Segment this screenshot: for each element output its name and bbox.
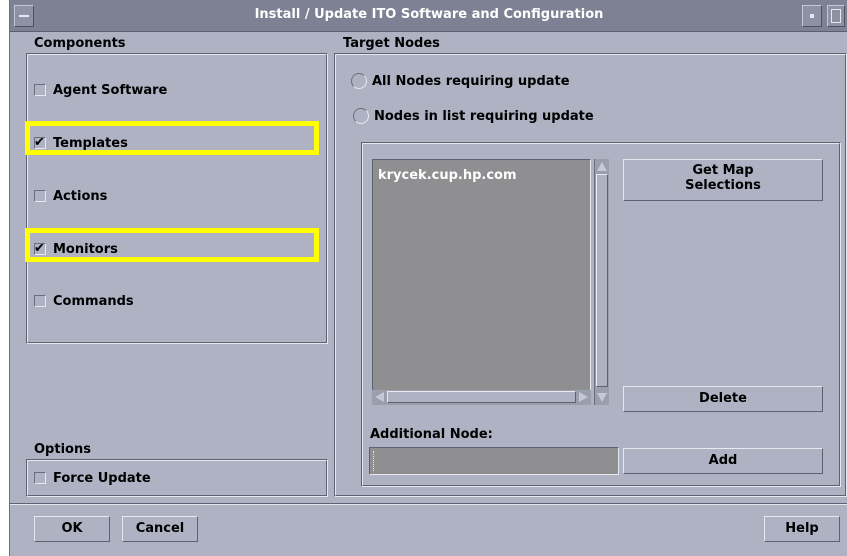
checkbox-indicator[interactable] <box>34 84 46 96</box>
checkbox-indicator[interactable] <box>34 190 46 202</box>
target-nodes-label: Target Nodes <box>343 36 440 51</box>
checkbox-indicator[interactable] <box>34 295 46 307</box>
add-label: Add <box>708 453 738 468</box>
radio-indicator[interactable] <box>353 108 369 124</box>
scroll-left-icon[interactable] <box>375 392 384 402</box>
agent-software-label: Agent Software <box>53 82 168 98</box>
force-update-label: Force Update <box>53 470 151 486</box>
get-map-selections-button[interactable]: Get Map Selections <box>623 159 823 201</box>
text-cursor <box>373 451 375 471</box>
add-button[interactable]: Add <box>623 448 823 474</box>
maximize-icon[interactable] <box>827 5 845 27</box>
commands-checkbox[interactable]: Commands <box>34 291 134 311</box>
scroll-thumb[interactable] <box>596 174 608 387</box>
scroll-thumb[interactable] <box>387 391 576 403</box>
checkbox-indicator[interactable] <box>34 472 46 484</box>
node-list[interactable]: krycek.cup.hp.com <box>372 159 591 405</box>
list-item[interactable]: krycek.cup.hp.com <box>378 168 517 183</box>
delete-button[interactable]: Delete <box>623 386 823 412</box>
force-update-checkbox[interactable]: Force Update <box>34 468 151 488</box>
ok-label: OK <box>61 521 83 536</box>
node-list-vertical-scrollbar[interactable] <box>594 159 609 405</box>
footer-separator <box>10 503 847 505</box>
options-label: Options <box>34 442 91 457</box>
title-bar[interactable]: Install / Update ITO Software and Config… <box>10 0 847 32</box>
ok-button[interactable]: OK <box>34 516 110 542</box>
actions-label: Actions <box>53 188 108 204</box>
install-update-dialog: Install / Update ITO Software and Config… <box>9 0 847 556</box>
window-title: Install / Update ITO Software and Config… <box>254 7 604 22</box>
help-label: Help <box>785 521 819 536</box>
minimize-icon[interactable] <box>802 5 822 27</box>
additional-node-label: Additional Node: <box>370 427 493 442</box>
actions-checkbox[interactable]: Actions <box>34 186 107 206</box>
radio-all-nodes[interactable]: All Nodes requiring update <box>351 71 570 91</box>
cancel-button[interactable]: Cancel <box>122 516 198 542</box>
radio-nodes-in-list-label: Nodes in list requiring update <box>374 108 594 124</box>
get-map-label-line1: Get Map <box>692 163 754 178</box>
templates-highlight <box>25 121 319 155</box>
get-map-label-line2: Selections <box>685 178 761 193</box>
scroll-down-icon[interactable] <box>597 393 607 402</box>
cancel-label: Cancel <box>135 521 185 536</box>
radio-all-nodes-label: All Nodes requiring update <box>372 73 570 89</box>
radio-nodes-in-list[interactable]: Nodes in list requiring update <box>353 106 594 126</box>
agent-software-checkbox[interactable]: Agent Software <box>34 80 167 100</box>
commands-label: Commands <box>53 293 134 309</box>
delete-label: Delete <box>699 391 747 406</box>
monitors-highlight <box>25 228 319 262</box>
help-button[interactable]: Help <box>764 516 840 542</box>
window-menu-icon[interactable] <box>14 5 34 27</box>
additional-node-input[interactable] <box>369 447 619 475</box>
scroll-right-icon[interactable] <box>579 392 588 402</box>
scroll-up-icon[interactable] <box>597 162 607 171</box>
node-list-horizontal-scrollbar[interactable] <box>372 390 591 405</box>
radio-indicator[interactable] <box>351 73 367 89</box>
components-label: Components <box>34 36 126 51</box>
